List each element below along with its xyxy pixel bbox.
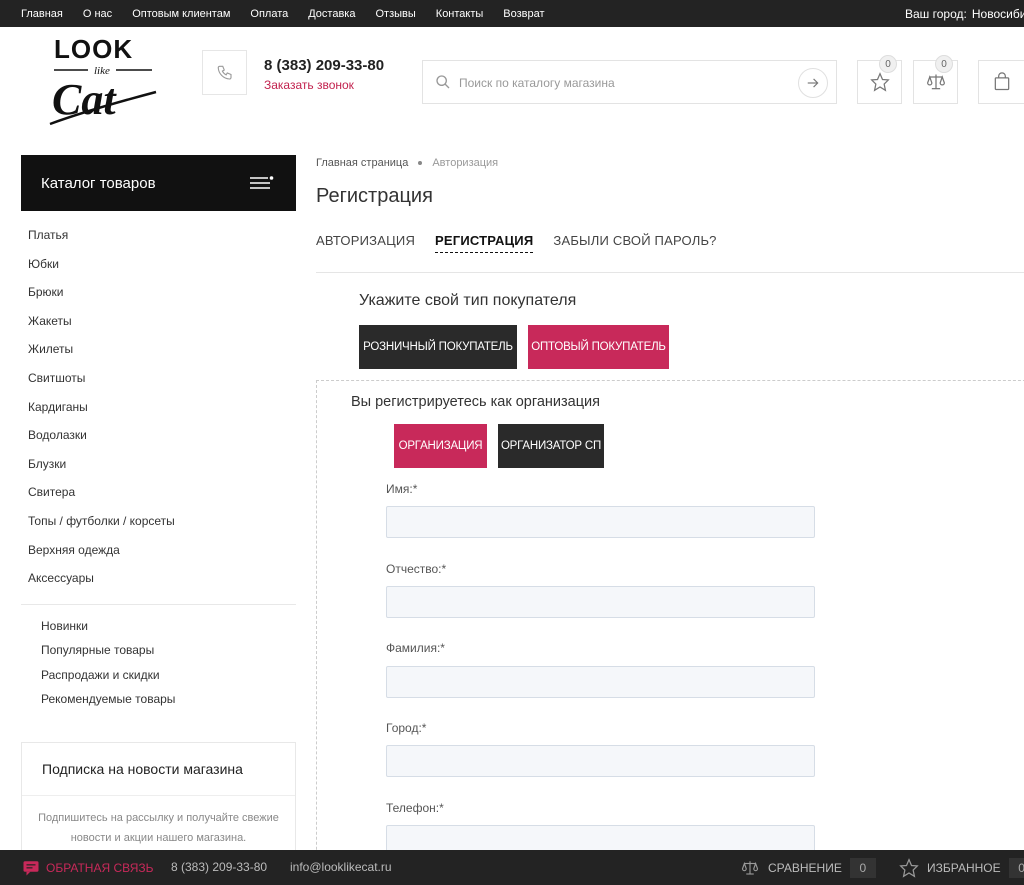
nav-link-delivery[interactable]: Доставка bbox=[308, 8, 355, 20]
svg-text:Cat: Cat bbox=[52, 75, 117, 124]
phone-label: Телефон:* bbox=[386, 801, 444, 815]
phone-icon-box[interactable] bbox=[202, 50, 247, 95]
city-label: Город:* bbox=[386, 721, 427, 735]
first-name-label: Имя:* bbox=[386, 482, 418, 496]
scales-icon bbox=[926, 74, 945, 90]
nav-link-about[interactable]: О нас bbox=[83, 8, 112, 20]
catalog-menu-button[interactable]: Каталог товаров bbox=[21, 155, 296, 211]
footer-phone[interactable]: 8 (383) 209-33-80 bbox=[171, 850, 267, 885]
category-item[interactable]: Жакеты bbox=[28, 307, 175, 336]
category-item[interactable]: Свитера bbox=[28, 478, 175, 507]
feedback-button[interactable]: Обратная связь bbox=[22, 850, 154, 885]
header-phone[interactable]: 8 (383) 209-33-80 bbox=[264, 57, 384, 74]
last-name-label: Фамилия:* bbox=[386, 641, 445, 655]
search-submit-button[interactable] bbox=[798, 68, 828, 98]
phone-icon bbox=[217, 65, 232, 80]
tabs-divider bbox=[316, 272, 1024, 273]
bottom-bar: Обратная связь 8 (383) 209-33-80 info@lo… bbox=[0, 850, 1024, 885]
search-input[interactable] bbox=[459, 71, 789, 95]
organization-button[interactable]: Организация bbox=[394, 424, 487, 468]
nav-link-return[interactable]: Возврат bbox=[503, 8, 544, 20]
favorites-count-badge: 0 bbox=[879, 55, 897, 73]
category-item[interactable]: Топы / футболки / корсеты bbox=[28, 507, 175, 536]
nav-link-payment[interactable]: Оплата bbox=[250, 8, 288, 20]
auth-tabs: Авторизация Регистрация Забыли свой паро… bbox=[316, 233, 737, 253]
menu-icon bbox=[250, 176, 274, 189]
scales-icon bbox=[741, 860, 759, 875]
arrow-right-icon bbox=[807, 78, 819, 88]
category-list: Платья Юбки Брюки Жакеты Жилеты Свитшоты… bbox=[28, 221, 175, 593]
callback-link[interactable]: Заказать звонок bbox=[264, 78, 354, 92]
subscribe-description: Подпишитесь на рассылку и получайте свеж… bbox=[22, 795, 295, 848]
page-title: Регистрация bbox=[316, 185, 433, 207]
category-item[interactable]: Кардиганы bbox=[28, 393, 175, 422]
catalog-title: Каталог товаров bbox=[41, 174, 156, 192]
sidebar-divider bbox=[21, 604, 296, 605]
search-box bbox=[422, 60, 837, 104]
buyer-type-title: Укажите свой тип покупателя bbox=[359, 292, 577, 309]
extra-item-sale[interactable]: Распродажи и скидки bbox=[41, 663, 175, 687]
category-item[interactable]: Водолазки bbox=[28, 421, 175, 450]
breadcrumb-current: Авторизация bbox=[432, 157, 499, 169]
top-nav: Главная О нас Оптовым клиентам Оплата До… bbox=[21, 0, 565, 27]
breadcrumb-separator bbox=[418, 161, 423, 165]
compare-count-badge: 0 bbox=[935, 55, 953, 73]
feedback-label: Обратная связь bbox=[46, 860, 154, 875]
cart-button[interactable] bbox=[978, 60, 1024, 104]
favorites-label: Избранное bbox=[927, 860, 1001, 875]
search-icon bbox=[436, 75, 450, 89]
breadcrumb-home[interactable]: Главная страница bbox=[316, 157, 408, 169]
breadcrumb: Главная страница Авторизация bbox=[316, 157, 498, 169]
svg-text:LOOK: LOOK bbox=[54, 34, 133, 64]
extra-list: Новинки Популярные товары Распродажи и с… bbox=[41, 614, 175, 711]
extra-item-new[interactable]: Новинки bbox=[41, 614, 175, 638]
nav-link-contacts[interactable]: Контакты bbox=[436, 8, 484, 20]
favorites-button[interactable]: 0 bbox=[857, 55, 902, 104]
category-item[interactable]: Блузки bbox=[28, 450, 175, 479]
favorites-count: 0 bbox=[1008, 857, 1024, 878]
category-item[interactable]: Жилеты bbox=[28, 335, 175, 364]
category-item[interactable]: Верхняя одежда bbox=[28, 536, 175, 565]
city-selector[interactable]: Ваш город: Новосибирск bbox=[905, 0, 1024, 27]
extra-item-popular[interactable]: Популярные товары bbox=[41, 638, 175, 662]
cart-icon bbox=[994, 72, 1009, 91]
nav-link-wholesale[interactable]: Оптовым клиентам bbox=[132, 8, 230, 20]
subscribe-title: Подписка на новости магазина bbox=[42, 761, 243, 777]
nav-link-reviews[interactable]: Отзывы bbox=[375, 8, 415, 20]
compare-label: Сравнение bbox=[768, 860, 842, 875]
tab-register[interactable]: Регистрация bbox=[435, 233, 534, 253]
last-name-field[interactable] bbox=[386, 666, 815, 698]
patronymic-field[interactable] bbox=[386, 586, 815, 618]
extra-item-recommended[interactable]: Рекомендуемые товары bbox=[41, 687, 175, 711]
category-item[interactable]: Свитшоты bbox=[28, 364, 175, 393]
compare-count: 0 bbox=[849, 857, 876, 878]
city-label: Ваш город: bbox=[905, 6, 967, 21]
category-item[interactable]: Платья bbox=[28, 221, 175, 250]
subscribe-box: Подписка на новости магазина Подпишитесь… bbox=[21, 742, 296, 852]
wholesale-buyer-button[interactable]: Оптовый покупатель bbox=[528, 325, 669, 369]
tab-login[interactable]: Авторизация bbox=[316, 233, 415, 253]
footer-favorites[interactable]: Избранное 0 bbox=[899, 850, 1024, 885]
footer-email[interactable]: info@looklikecat.ru bbox=[290, 850, 392, 885]
nav-link-home[interactable]: Главная bbox=[21, 8, 63, 20]
star-icon bbox=[899, 857, 919, 878]
first-name-field[interactable] bbox=[386, 506, 815, 538]
city-value[interactable]: Новосибирск bbox=[972, 7, 1024, 21]
compare-button[interactable]: 0 bbox=[913, 55, 958, 104]
footer-compare[interactable]: Сравнение 0 bbox=[740, 850, 876, 885]
city-field[interactable] bbox=[386, 745, 815, 777]
patronymic-label: Отчество:* bbox=[386, 562, 447, 576]
category-item[interactable]: Юбки bbox=[28, 250, 175, 279]
retail-buyer-button[interactable]: Розничный покупатель bbox=[359, 325, 517, 369]
chat-icon bbox=[23, 860, 39, 875]
sp-organizer-button[interactable]: Организатор СП bbox=[498, 424, 604, 468]
registration-type-title: Вы регистрируетесь как организация bbox=[351, 394, 600, 410]
category-item[interactable]: Аксессуары bbox=[28, 564, 175, 593]
tab-forgot-password[interactable]: Забыли свой пароль? bbox=[553, 233, 716, 253]
star-icon bbox=[869, 72, 890, 92]
site-logo[interactable]: LOOK like Cat bbox=[48, 32, 163, 132]
top-bar: Главная О нас Оптовым клиентам Оплата До… bbox=[0, 0, 1024, 27]
category-item[interactable]: Брюки bbox=[28, 278, 175, 307]
